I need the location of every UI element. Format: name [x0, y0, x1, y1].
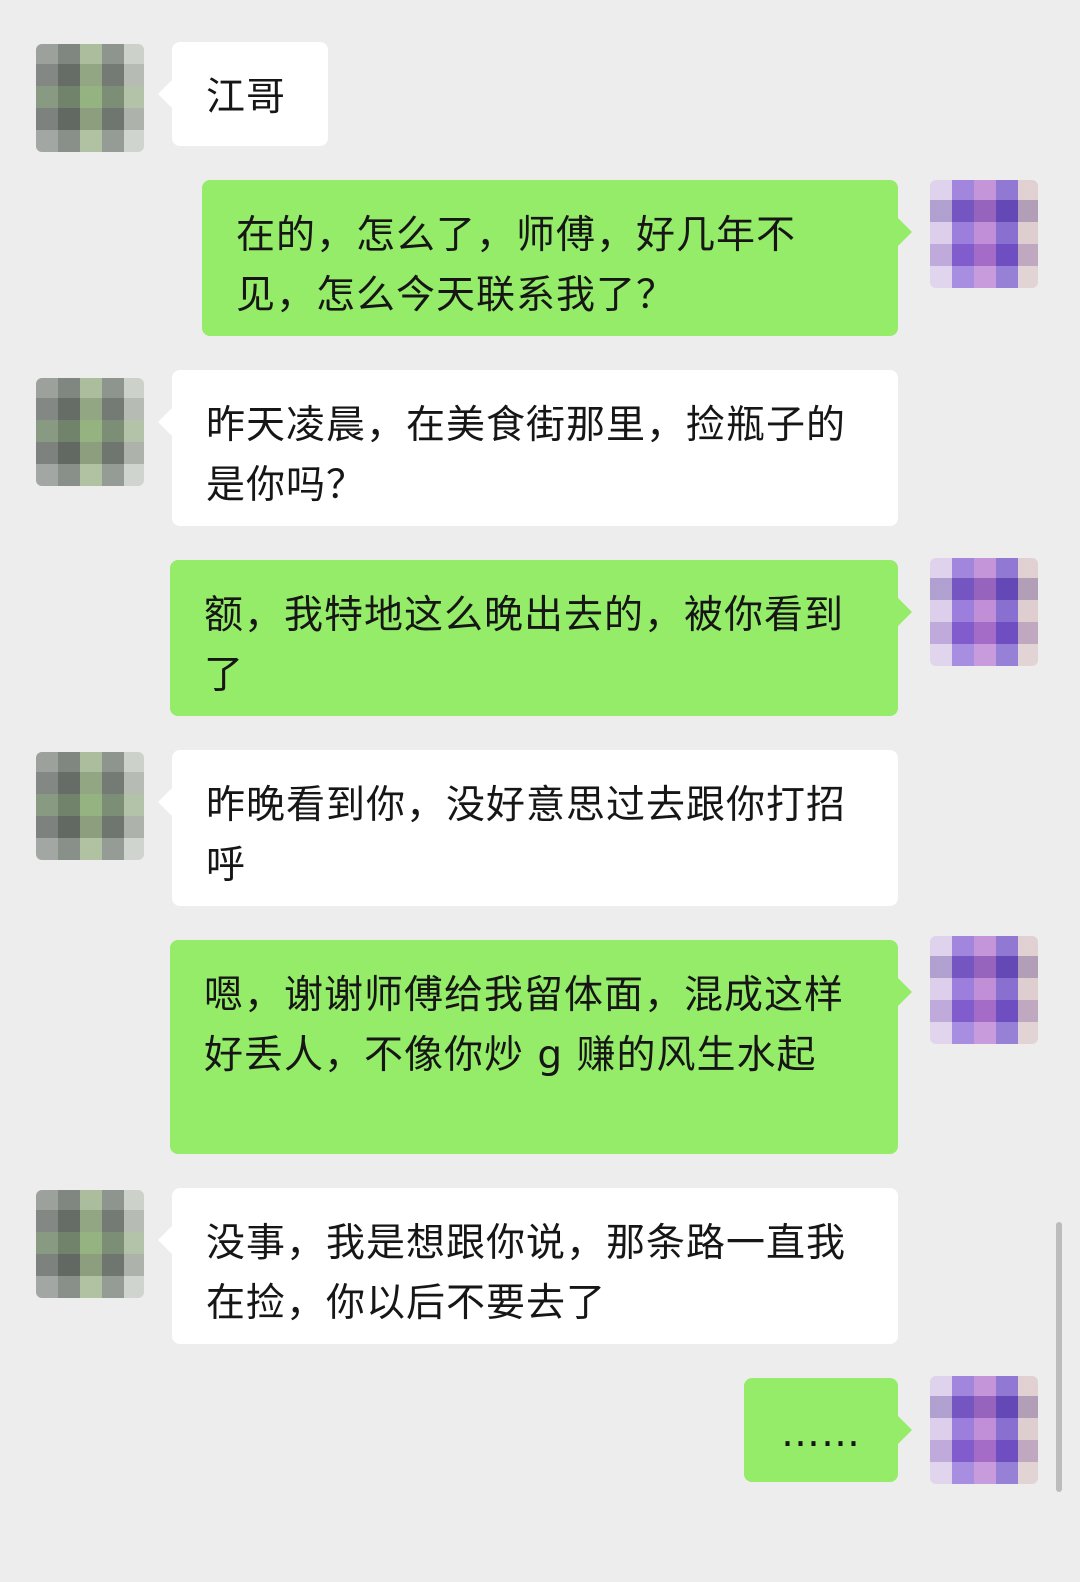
message-bubble-sent[interactable]: 嗯，谢谢师傅给我留体面，混成这样好丢人，不像你炒 g 赚的风生水起 — [170, 940, 912, 1154]
message-text: 额，我特地这么晚出去的，被你看到了 — [204, 593, 845, 698]
message-text: …… — [781, 1411, 861, 1456]
user-avatar[interactable] — [930, 936, 1038, 1044]
message-bubble-received[interactable]: 江哥 — [158, 42, 328, 146]
message-bubble-received[interactable]: 昨天凌晨，在美食街那里，捡瓶子的是你吗？ — [158, 370, 898, 526]
message-bubble-received[interactable]: 没事，我是想跟你说，那条路一直我在捡，你以后不要去了 — [158, 1188, 898, 1344]
scrollbar[interactable] — [1056, 1222, 1062, 1492]
message-bubble-received[interactable]: 昨晚看到你，没好意思过去跟你打招呼 — [158, 750, 898, 906]
message-text: 昨晚看到你，没好意思过去跟你打招呼 — [206, 783, 847, 888]
message-text: 昨天凌晨，在美食街那里，捡瓶子的是你吗？ — [206, 403, 847, 508]
message-text: 没事，我是想跟你说，那条路一直我在捡，你以后不要去了 — [206, 1221, 847, 1326]
message-text: 江哥 — [206, 75, 287, 120]
message-bubble-sent[interactable]: 额，我特地这么晚出去的，被你看到了 — [170, 560, 912, 716]
user-avatar[interactable] — [930, 558, 1038, 666]
message-bubble-sent[interactable]: …… — [744, 1378, 912, 1482]
message-text: 嗯，谢谢师傅给我留体面，混成这样好丢人，不像你炒 g 赚的风生水起 — [204, 973, 845, 1078]
contact-avatar[interactable] — [36, 1190, 144, 1298]
contact-avatar[interactable] — [36, 752, 144, 860]
message-text: 在的，怎么了，师傅，好几年不见，怎么今天联系我了？ — [236, 213, 797, 318]
contact-avatar[interactable] — [36, 44, 144, 152]
message-bubble-sent[interactable]: 在的，怎么了，师傅，好几年不见，怎么今天联系我了？ — [202, 180, 912, 336]
contact-avatar[interactable] — [36, 378, 144, 486]
user-avatar[interactable] — [930, 180, 1038, 288]
user-avatar[interactable] — [930, 1376, 1038, 1484]
chat-message-list[interactable]: 江哥 在的，怎么了，师傅，好几年不见，怎么今天联系我了？ 昨天凌晨，在美食街那里… — [0, 0, 1080, 1582]
